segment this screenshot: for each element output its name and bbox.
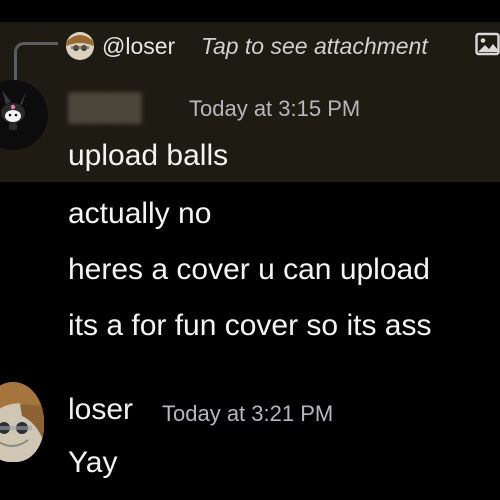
message-line: actually no — [68, 197, 212, 230]
reply-username[interactable]: @loser — [102, 33, 175, 60]
image-icon — [475, 32, 500, 56]
message-timestamp: Today at 3:21 PM — [162, 401, 334, 426]
reply-attachment-link[interactable]: Tap to see attachment — [201, 33, 428, 60]
message-line: its a for fun cover so its ass — [68, 309, 432, 342]
message-line: Yay — [68, 446, 118, 479]
reply-connector — [14, 42, 58, 82]
message-line: upload balls — [68, 139, 229, 172]
username-blurred[interactable]: ████ — [68, 92, 142, 123]
top-strip — [0, 0, 500, 22]
avatar[interactable] — [0, 382, 44, 462]
message-line: heres a cover u can upload — [68, 253, 430, 286]
username[interactable]: loser — [68, 393, 133, 427]
loser-avatar-image — [0, 382, 44, 462]
reply-avatar-image — [66, 32, 94, 60]
reply-avatar[interactable] — [66, 32, 94, 60]
message-timestamp: Today at 3:15 PM — [189, 96, 361, 121]
